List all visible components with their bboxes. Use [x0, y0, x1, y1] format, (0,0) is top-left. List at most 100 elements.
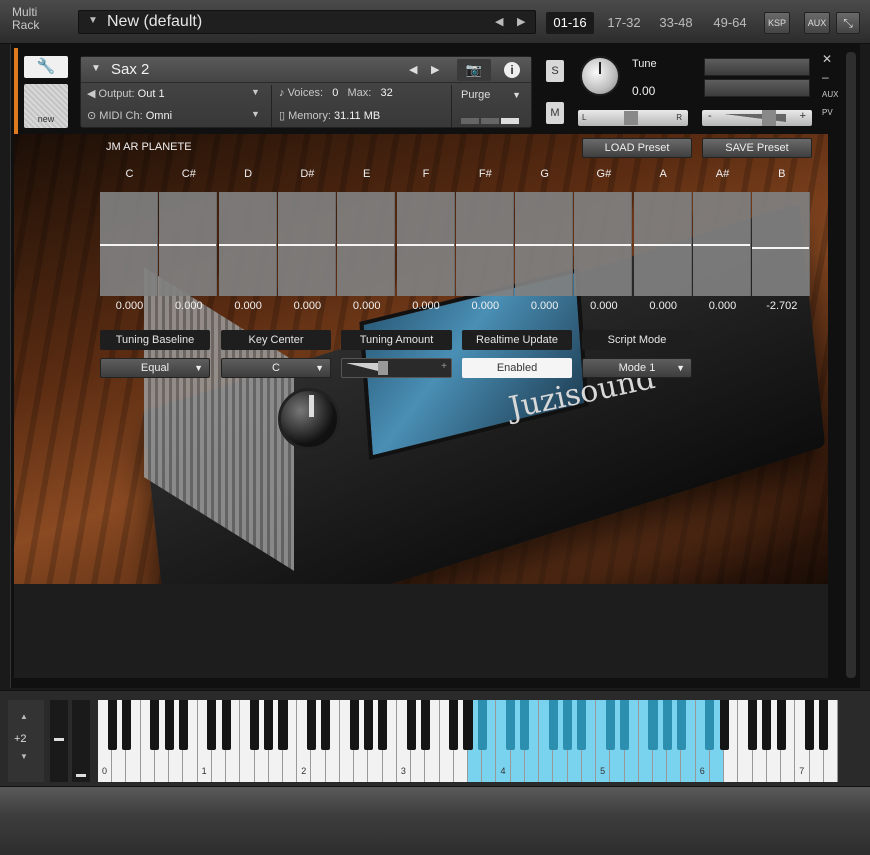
tuning-baseline-menu[interactable]: Equal ▼ — [100, 358, 210, 378]
rack-scrollbar[interactable] — [846, 52, 856, 678]
black-key[interactable] — [506, 700, 516, 750]
voices-value: 0 — [332, 87, 339, 99]
minimize-icon[interactable]: – — [822, 70, 829, 84]
black-key[interactable] — [321, 700, 331, 750]
ksp-button[interactable]: KSP — [764, 12, 790, 34]
instrument-prev-icon[interactable]: ◀ — [409, 63, 417, 76]
instrument-dropdown-icon[interactable]: ▼ — [91, 63, 101, 74]
volume-slider[interactable]: - + — [702, 110, 812, 126]
aux-button[interactable]: AUX — [804, 12, 830, 34]
tuning-cell[interactable] — [693, 192, 751, 296]
close-icon[interactable]: ✕ — [822, 52, 832, 66]
black-key[interactable] — [378, 700, 388, 750]
tuning-cell[interactable] — [159, 192, 218, 296]
piano-keyboard[interactable] — [98, 700, 838, 782]
black-key[interactable] — [520, 700, 530, 750]
tuning-cell[interactable] — [633, 192, 692, 296]
instrument-next-icon[interactable]: ▶ — [431, 63, 439, 76]
output-field[interactable]: ◀ Output: Out 1 — [87, 87, 165, 100]
black-key[interactable] — [178, 700, 188, 750]
midi-dropdown-icon[interactable]: ▼ — [251, 109, 260, 119]
mod-wheel[interactable] — [50, 700, 68, 782]
black-key[interactable] — [306, 700, 316, 750]
tuning-cell[interactable] — [515, 192, 574, 296]
octave-up-icon[interactable]: ▲ — [20, 712, 28, 721]
black-key[interactable] — [563, 700, 573, 750]
octave-down-icon[interactable]: ▼ — [20, 752, 28, 761]
multi-preset-dropdown-icon[interactable]: ▼ — [88, 15, 98, 26]
black-key[interactable] — [264, 700, 274, 750]
save-preset-button[interactable]: SAVE Preset — [702, 138, 812, 158]
black-key[interactable] — [762, 700, 772, 750]
tuning-cell[interactable] — [337, 192, 396, 296]
black-key[interactable] — [676, 700, 686, 750]
black-key[interactable] — [349, 700, 359, 750]
black-key[interactable] — [776, 700, 786, 750]
black-key[interactable] — [278, 700, 288, 750]
instrument-name[interactable]: Sax 2 — [111, 61, 149, 78]
tuning-cell[interactable] — [277, 192, 336, 296]
black-key[interactable] — [619, 700, 630, 750]
black-key[interactable] — [748, 700, 758, 750]
black-key[interactable] — [705, 700, 715, 750]
black-key[interactable] — [164, 700, 174, 750]
key-center-menu[interactable]: C ▼ — [221, 358, 331, 378]
midi-channel-field[interactable]: ⊙ MIDI Ch: Omni — [87, 109, 172, 122]
realtime-update-toggle[interactable]: Enabled — [462, 358, 572, 378]
pv-toggle[interactable]: PV — [822, 108, 833, 117]
volume-slider-handle[interactable] — [762, 110, 776, 126]
tuning-cell[interactable] — [396, 192, 455, 296]
black-key[interactable] — [249, 700, 260, 750]
info-icon[interactable]: i — [497, 59, 527, 81]
black-key[interactable] — [121, 700, 131, 750]
rack-tab-49-64[interactable]: 49-64 — [705, 12, 755, 34]
black-key[interactable] — [662, 700, 672, 750]
pan-slider[interactable]: L R — [578, 110, 688, 126]
black-key[interactable] — [150, 700, 160, 750]
script-mode-menu[interactable]: Mode 1 ▼ — [582, 358, 692, 378]
wrench-icon[interactable]: 🔧 — [24, 56, 68, 78]
black-key[interactable] — [363, 700, 373, 750]
instrument-thumbnail[interactable]: new — [24, 84, 68, 128]
tuning-amount-slider[interactable]: + — [341, 358, 452, 378]
camera-icon[interactable]: 📷 — [457, 59, 491, 81]
black-key[interactable] — [221, 700, 231, 750]
multi-preset-prev-icon[interactable]: ◀ — [495, 15, 503, 28]
multi-preset-next-icon[interactable]: ▶ — [517, 15, 525, 28]
multi-preset-box[interactable]: ▼ New (default) ◀ ▶ — [78, 10, 536, 34]
aux-toggle[interactable]: AUX — [822, 90, 838, 99]
black-key[interactable] — [648, 700, 658, 750]
solo-button[interactable]: S — [546, 60, 564, 82]
tuning-cell[interactable] — [455, 192, 514, 296]
black-key[interactable] — [804, 700, 815, 750]
tuning-grid[interactable] — [100, 192, 812, 296]
mute-button[interactable]: M — [546, 102, 564, 124]
black-key[interactable] — [548, 700, 558, 750]
load-preset-button[interactable]: LOAD Preset — [582, 138, 692, 158]
black-key[interactable] — [449, 700, 459, 750]
tuning-cell[interactable] — [218, 192, 277, 296]
black-key[interactable] — [420, 700, 430, 750]
tuning-cell[interactable] — [574, 192, 633, 296]
black-key[interactable] — [819, 700, 829, 750]
tune-knob[interactable] — [580, 56, 620, 96]
tuning-amount-handle[interactable] — [378, 361, 388, 375]
black-key[interactable] — [207, 700, 217, 750]
tuning-cell[interactable] — [100, 192, 158, 296]
black-key[interactable] — [477, 700, 487, 750]
black-key[interactable] — [406, 700, 416, 750]
rack-tab-33-48[interactable]: 33-48 — [652, 12, 700, 34]
rack-tab-17-32[interactable]: 17-32 — [600, 12, 648, 34]
black-key[interactable] — [577, 700, 587, 750]
black-key[interactable] — [719, 700, 729, 750]
pan-slider-handle[interactable] — [624, 111, 638, 125]
collapse-icon[interactable]: ⤡ — [836, 12, 860, 34]
black-key[interactable] — [107, 700, 117, 750]
output-dropdown-icon[interactable]: ▼ — [251, 87, 260, 97]
black-key[interactable] — [605, 700, 615, 750]
rack-tab-01-16[interactable]: 01-16 — [546, 12, 594, 34]
purge-menu[interactable]: Purge ▼ — [455, 85, 527, 105]
tuning-cell[interactable] — [752, 192, 811, 296]
black-key[interactable] — [463, 700, 473, 750]
pitch-wheel[interactable] — [72, 700, 90, 782]
